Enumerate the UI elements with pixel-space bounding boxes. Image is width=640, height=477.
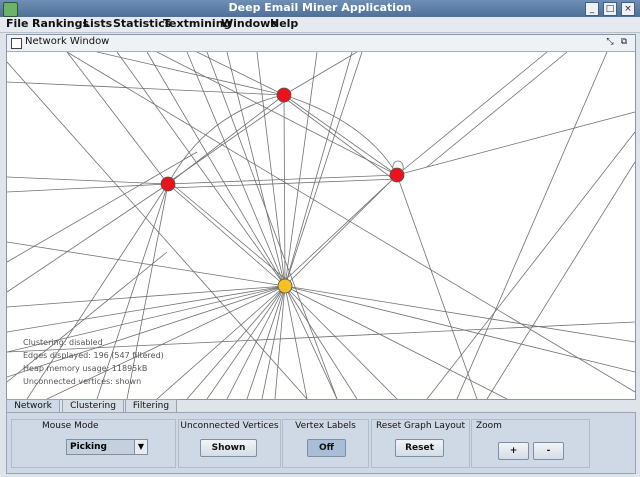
graph-canvas[interactable]: Clustering: disabled Edges displayed: 19… xyxy=(7,52,635,399)
edge xyxy=(116,52,286,287)
info-unconnected: Unconnected vertices: shown xyxy=(23,377,142,386)
info-edges: Edges displayed: 196 (547 filtered) xyxy=(23,351,164,360)
close-icon[interactable]: × xyxy=(621,2,635,16)
vertex-labels-off-button[interactable]: Off xyxy=(307,439,346,457)
vertex-labels-title: Vertex Labels xyxy=(295,421,356,431)
window-title: Deep Email Miner Application xyxy=(228,1,412,14)
menu-help[interactable]: Help xyxy=(270,17,298,30)
info-heap: Heap memory usage: 11895kB xyxy=(23,364,148,373)
control-panel: Mouse Mode Picking ▼ Unconnected Vertice… xyxy=(6,412,636,474)
edge xyxy=(284,52,318,287)
edge xyxy=(7,285,286,333)
window-icon xyxy=(11,38,22,49)
mouse-mode-group: Mouse Mode Picking ▼ xyxy=(11,419,176,468)
unconnected-group: Unconnected Vertices Shown xyxy=(178,419,281,468)
edge xyxy=(284,285,338,399)
tab-filtering[interactable]: Filtering xyxy=(125,399,177,413)
vertex-node[interactable] xyxy=(276,87,292,103)
network-window-title: Network Window xyxy=(25,36,110,47)
reset-layout-button[interactable]: Reset xyxy=(395,439,444,457)
vertex-node[interactable] xyxy=(160,176,176,192)
tab-clustering[interactable]: Clustering xyxy=(62,399,124,413)
edge xyxy=(284,52,353,287)
title-bar: Deep Email Miner Application _ □ × xyxy=(0,0,640,17)
vertex-node[interactable] xyxy=(389,167,405,183)
edge xyxy=(66,52,635,393)
unconnected-title: Unconnected Vertices xyxy=(180,421,279,431)
network-window-header: Network Window ⤡ ⧉ xyxy=(7,35,635,52)
reset-layout-group: Reset Graph Layout Reset xyxy=(371,419,470,468)
control-tabs: Network Clustering Filtering xyxy=(6,399,634,413)
zoom-group: Zoom + - xyxy=(471,419,590,468)
tab-network[interactable]: Network xyxy=(6,399,60,413)
edge xyxy=(167,174,398,185)
edge xyxy=(196,52,285,96)
edge xyxy=(284,285,398,399)
edge xyxy=(256,52,286,287)
edge xyxy=(426,52,568,168)
chevron-down-icon[interactable]: ▼ xyxy=(134,440,147,454)
mouse-mode-select[interactable]: Picking ▼ xyxy=(66,439,148,455)
menu-windows[interactable]: Windows xyxy=(221,17,277,30)
mouse-mode-value: Picking xyxy=(70,442,107,452)
info-clustering: Clustering: disabled xyxy=(23,338,103,347)
edge xyxy=(285,98,394,180)
mouse-mode-title: Mouse Mode xyxy=(42,421,99,431)
vertex-node-selected[interactable] xyxy=(277,278,293,294)
edge xyxy=(7,183,169,193)
edge xyxy=(283,94,398,176)
edge xyxy=(7,321,635,353)
maximize-internal-icon[interactable]: ⧉ xyxy=(619,37,629,47)
edge xyxy=(396,111,635,176)
zoom-title: Zoom xyxy=(476,421,502,431)
menu-rankings[interactable]: Rankings xyxy=(32,17,89,30)
network-window: Network Window ⤡ ⧉ Clustering: disabled … xyxy=(6,34,636,400)
edge xyxy=(396,52,548,176)
edge xyxy=(169,178,398,189)
edge xyxy=(284,285,635,343)
menu-lists[interactable]: Lists xyxy=(83,17,112,30)
edge xyxy=(284,285,508,399)
iconify-icon[interactable]: ⤡ xyxy=(605,37,615,47)
zoom-in-button[interactable]: + xyxy=(498,442,529,460)
zoom-out-button[interactable]: - xyxy=(533,442,564,460)
vertex-labels-group: Vertex Labels Off xyxy=(282,419,369,468)
edge xyxy=(7,183,169,293)
unconnected-shown-button[interactable]: Shown xyxy=(200,439,257,457)
edge xyxy=(426,131,635,399)
edge xyxy=(96,52,285,96)
maximize-icon[interactable]: □ xyxy=(603,2,617,16)
menu-file[interactable]: File xyxy=(6,17,29,30)
reset-layout-title: Reset Graph Layout xyxy=(375,421,466,431)
edge xyxy=(7,81,285,96)
edge xyxy=(66,52,169,185)
edge xyxy=(396,174,478,399)
menu-bar: File Rankings Lists Statistics Textminin… xyxy=(0,17,640,33)
edge xyxy=(284,52,363,287)
edge xyxy=(284,174,398,287)
edge xyxy=(486,161,635,399)
edge xyxy=(284,285,635,373)
edge xyxy=(156,52,398,176)
edge xyxy=(7,285,286,308)
edge xyxy=(167,183,286,287)
minimize-icon[interactable]: _ xyxy=(585,2,599,16)
